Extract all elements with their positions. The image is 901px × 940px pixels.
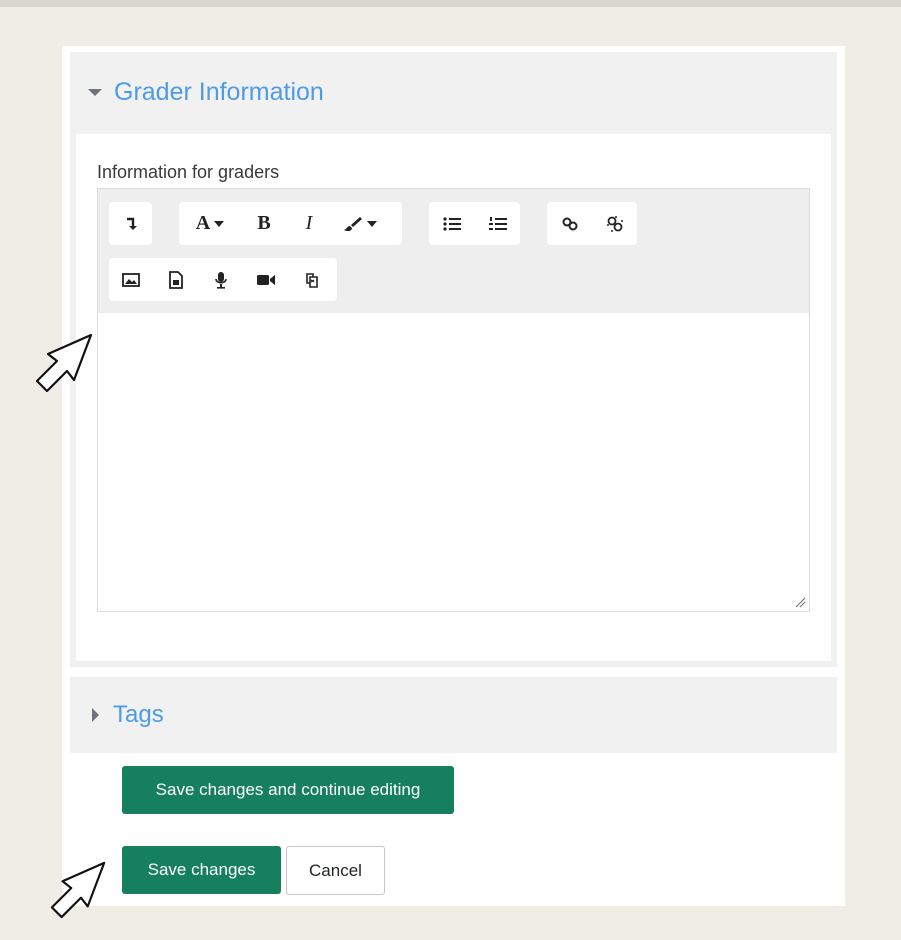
editor-toolbar: A B I [98, 189, 809, 313]
grader-information-title[interactable]: Grader Information [114, 78, 324, 107]
microphone-icon[interactable] [198, 258, 243, 301]
font-style-icon[interactable]: A [179, 202, 241, 245]
tags-section: Tags [70, 677, 837, 753]
italic-icon[interactable]: I [287, 202, 331, 245]
bold-glyph: B [257, 212, 271, 234]
grader-information-header[interactable]: Grader Information [70, 52, 837, 132]
grader-information-section: Grader Information Information for grade… [70, 52, 837, 667]
link-icon[interactable] [547, 202, 592, 245]
grader-information-body: Information for graders A B I [76, 134, 831, 661]
italic-glyph: I [305, 212, 313, 234]
save-and-continue-button[interactable]: Save changes and continue editing [122, 766, 454, 814]
toolbar-group-media [109, 258, 337, 301]
caret-down-icon [88, 88, 102, 96]
toolbar-group-links [547, 202, 637, 245]
bold-icon[interactable]: B [241, 202, 287, 245]
toolbar-group-lists [429, 202, 520, 245]
top-border [0, 0, 901, 7]
image-icon[interactable] [109, 258, 153, 301]
pointer-arrow-icon [35, 333, 93, 393]
editor-content-area[interactable] [98, 313, 809, 611]
tags-header[interactable]: Tags [70, 677, 837, 753]
unordered-list-icon[interactable] [429, 202, 475, 245]
toolbar-group-style: A B I [179, 202, 402, 245]
video-camera-icon[interactable] [243, 258, 288, 301]
font-style-glyph: A [195, 212, 211, 234]
manage-files-icon[interactable] [288, 258, 333, 301]
media-file-icon[interactable] [153, 258, 198, 301]
resize-grip-icon[interactable] [794, 596, 806, 608]
collapse-toggle-icon[interactable] [109, 202, 152, 245]
paint-brush-icon[interactable] [331, 202, 389, 245]
tags-title[interactable]: Tags [113, 701, 164, 729]
form-panel: Grader Information Information for grade… [62, 46, 845, 906]
cancel-button[interactable]: Cancel [286, 846, 385, 895]
unlink-icon[interactable] [592, 202, 637, 245]
save-changes-button[interactable]: Save changes [122, 846, 281, 894]
toolbar-group-collapse [109, 202, 152, 245]
caret-right-icon [92, 708, 99, 722]
ordered-list-icon[interactable] [475, 202, 520, 245]
pointer-arrow-icon [50, 861, 106, 919]
rich-text-editor: A B I [97, 188, 810, 612]
information-for-graders-label: Information for graders [97, 162, 280, 182]
